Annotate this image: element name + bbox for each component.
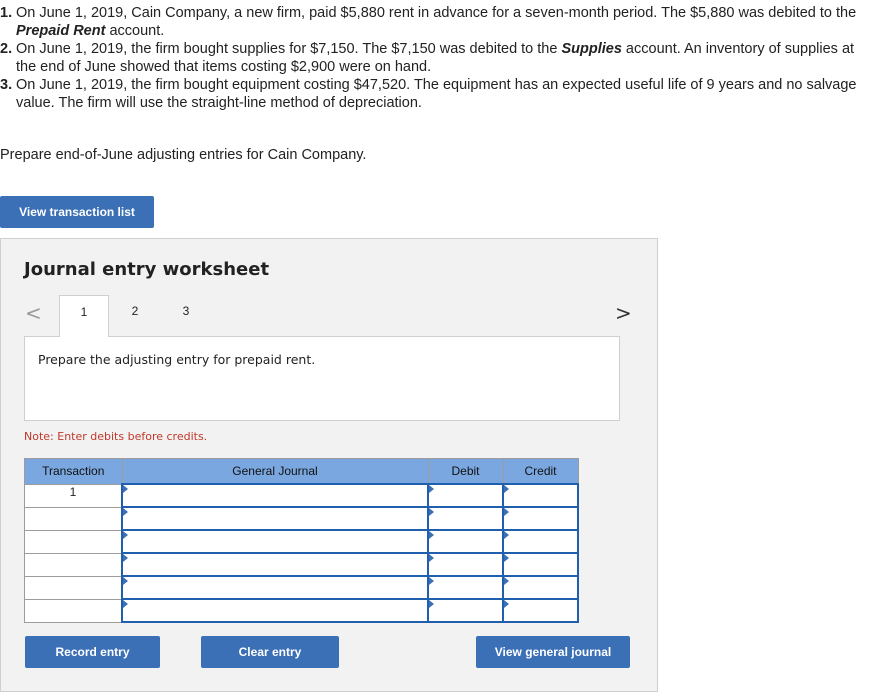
table-row: 1	[24, 483, 579, 508]
general-journal-input[interactable]	[121, 575, 429, 600]
dropdown-marker-icon	[504, 577, 509, 585]
problem-item-number: 1.	[0, 5, 13, 21]
table-row	[24, 552, 579, 577]
dropdown-marker-icon	[123, 554, 128, 562]
debit-input[interactable]	[427, 552, 504, 577]
prompt-box: Prepare the adjusting entry for prepaid …	[24, 336, 620, 421]
tab-1[interactable]: 1	[59, 295, 109, 337]
previous-arrow-icon[interactable]: <	[25, 301, 42, 325]
dropdown-marker-icon	[504, 485, 509, 493]
column-header-general-journal: General Journal	[121, 458, 429, 485]
tab-3[interactable]: 3	[161, 295, 211, 335]
problem-statement: 1. On June 1, 2019, Cain Company, a new …	[0, 4, 874, 112]
problem-item-text: On June 1, 2019, Cain Company, a new fir…	[16, 5, 857, 21]
next-arrow-icon[interactable]: >	[615, 301, 632, 325]
dropdown-marker-icon	[429, 577, 434, 585]
prompt-text: Prepare the adjusting entry for prepaid …	[38, 352, 316, 367]
dropdown-marker-icon	[123, 485, 128, 493]
debit-input[interactable]	[427, 529, 504, 554]
problem-item-number: 3.	[0, 77, 13, 93]
transaction-cell: 1	[24, 483, 123, 508]
transaction-cell	[24, 552, 123, 577]
problem-item-1: 1. On June 1, 2019, Cain Company, a new …	[0, 4, 874, 40]
problem-item-text: On June 1, 2019, the firm bought equipme…	[16, 77, 857, 93]
credit-input[interactable]	[502, 506, 579, 531]
instruction-text: Prepare end-of-June adjusting entries fo…	[0, 147, 367, 163]
credit-input[interactable]	[502, 552, 579, 577]
transaction-cell	[24, 506, 123, 531]
transaction-cell	[24, 575, 123, 600]
problem-item-text: value. The firm will use the straight-li…	[16, 95, 422, 111]
credit-input[interactable]	[502, 575, 579, 600]
account-name: Supplies	[561, 41, 622, 57]
debit-input[interactable]	[427, 575, 504, 600]
dropdown-marker-icon	[504, 554, 509, 562]
general-journal-input[interactable]	[121, 598, 429, 623]
tab-2[interactable]: 2	[110, 295, 160, 335]
general-journal-input[interactable]	[121, 483, 429, 508]
debit-input[interactable]	[427, 506, 504, 531]
problem-item-number: 2.	[0, 41, 13, 57]
credit-input[interactable]	[502, 598, 579, 623]
problem-item-text: account. An inventory of supplies at	[621, 41, 855, 57]
debit-input[interactable]	[427, 483, 504, 508]
dropdown-marker-icon	[429, 508, 434, 516]
view-general-journal-button[interactable]: View general journal	[476, 636, 630, 668]
journal-entry-worksheet: Journal entry worksheet < > 1 2 3 Prepar…	[0, 238, 658, 692]
dropdown-marker-icon	[123, 531, 128, 539]
table-row	[24, 506, 579, 531]
dropdown-marker-icon	[429, 485, 434, 493]
column-header-debit: Debit	[427, 458, 504, 485]
problem-item-text: On June 1, 2019, the firm bought supplie…	[16, 41, 562, 57]
clear-entry-button[interactable]: Clear entry	[201, 636, 339, 668]
journal-table: Transaction General Journal Debit Credit…	[24, 458, 579, 623]
credit-input[interactable]	[502, 529, 579, 554]
dropdown-marker-icon	[123, 508, 128, 516]
transaction-cell	[24, 529, 123, 554]
general-journal-input[interactable]	[121, 529, 429, 554]
table-row	[24, 575, 579, 600]
general-journal-input[interactable]	[121, 552, 429, 577]
note-text: Note: Enter debits before credits.	[24, 430, 208, 443]
dropdown-marker-icon	[504, 508, 509, 516]
transaction-cell	[24, 598, 123, 623]
table-row	[24, 598, 579, 623]
dropdown-marker-icon	[429, 554, 434, 562]
record-entry-button[interactable]: Record entry	[25, 636, 160, 668]
dropdown-marker-icon	[504, 600, 509, 608]
problem-item-text: the end of June showed that items costin…	[16, 59, 432, 75]
debit-input[interactable]	[427, 598, 504, 623]
column-header-credit: Credit	[502, 458, 579, 485]
column-header-transaction: Transaction	[24, 458, 123, 485]
problem-item-text: account.	[105, 23, 165, 39]
table-row	[24, 529, 579, 554]
worksheet-title: Journal entry worksheet	[24, 259, 270, 280]
credit-input[interactable]	[502, 483, 579, 508]
dropdown-marker-icon	[123, 577, 128, 585]
problem-item-2: 2. On June 1, 2019, the firm bought supp…	[0, 40, 874, 76]
dropdown-marker-icon	[429, 600, 434, 608]
account-name: Prepaid Rent	[16, 23, 106, 39]
dropdown-marker-icon	[429, 531, 434, 539]
view-transaction-list-button[interactable]: View transaction list	[0, 196, 154, 228]
general-journal-input[interactable]	[121, 506, 429, 531]
dropdown-marker-icon	[123, 600, 128, 608]
problem-item-3: 3. On June 1, 2019, the firm bought equi…	[0, 76, 874, 112]
dropdown-marker-icon	[504, 531, 509, 539]
